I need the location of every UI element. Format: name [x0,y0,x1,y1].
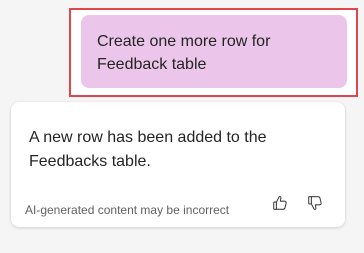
thumbs-down-icon [306,194,324,217]
thumbs-up-icon [271,194,289,217]
thumbs-down-button[interactable] [304,194,326,216]
ai-disclaimer: AI-generated content may be incorrect [25,203,230,217]
user-message-bubble: Create one more row for Feedback table [81,15,347,88]
bot-response-card: A new row has been added to the Feedback… [11,102,345,227]
bot-response-text: A new row has been added to the Feedback… [29,129,267,170]
thumbs-up-button[interactable] [269,194,291,216]
user-message-text: Create one more row for Feedback table [97,33,271,73]
